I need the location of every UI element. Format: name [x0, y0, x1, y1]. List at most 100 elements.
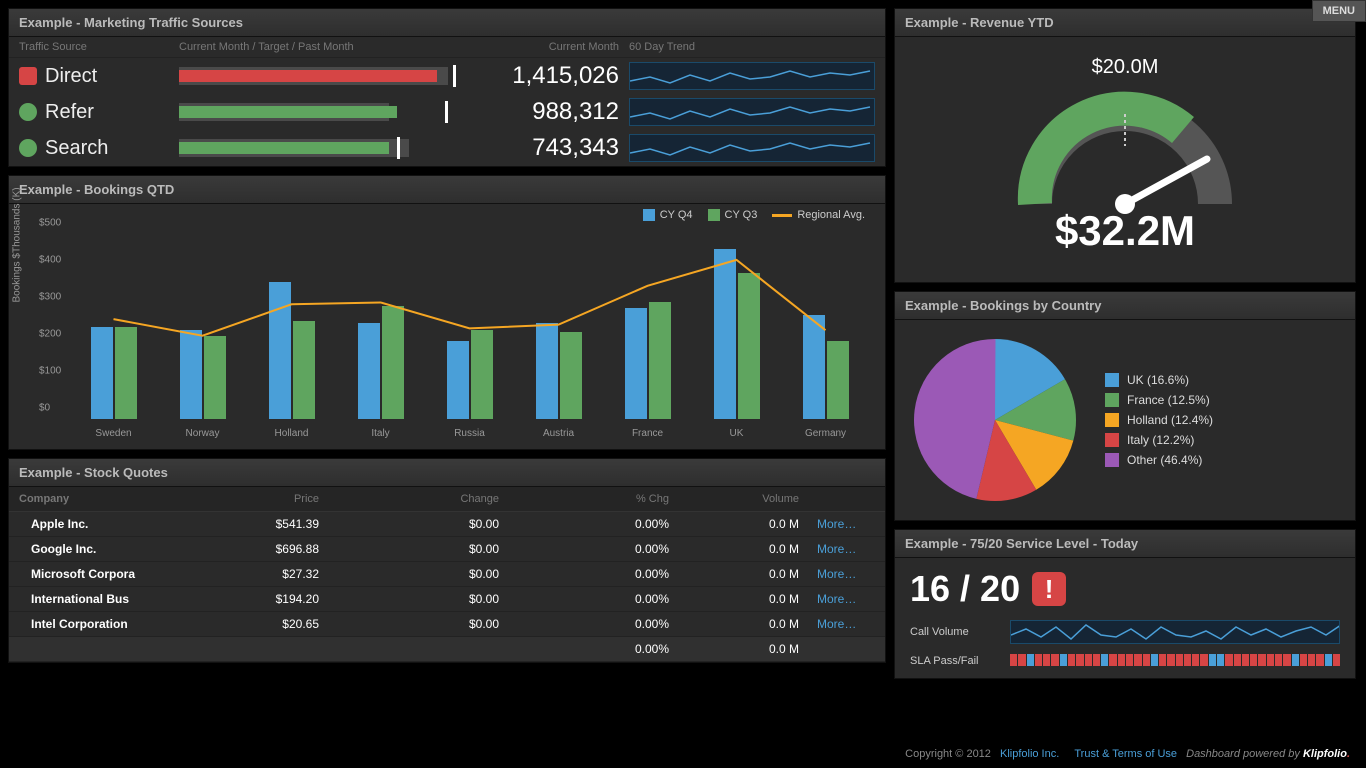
source-dot-icon: [19, 103, 37, 121]
x-tick: UK: [730, 428, 744, 439]
legend-label: France (12.5%): [1127, 393, 1210, 407]
y-tick: $400: [39, 255, 61, 266]
current-value: 743,343: [459, 134, 619, 162]
stock-change: $0.00: [319, 517, 499, 531]
traffic-row: Direct 1,415,026: [9, 58, 885, 94]
col-header: Current Month: [459, 41, 619, 53]
bar-cyq3: [293, 321, 315, 419]
legend-label: Other (46.4%): [1127, 453, 1202, 467]
stock-summary-row: 0.00% 0.0 M: [9, 637, 885, 662]
stock-pct: 0.00%: [499, 592, 669, 606]
widget-title: Example - Bookings QTD: [9, 176, 885, 204]
source-label: Direct: [45, 65, 97, 88]
more-link[interactable]: More…: [817, 517, 856, 531]
footer-link-company[interactable]: Klipfolio Inc.: [1000, 748, 1059, 760]
company-name: Apple Inc.: [19, 517, 199, 531]
sla-tick: [1035, 654, 1042, 666]
pie-legend-item: France (12.5%): [1105, 393, 1345, 407]
sla-tick: [1043, 654, 1050, 666]
sla-tick: [1308, 654, 1315, 666]
stock-pct: 0.00%: [499, 567, 669, 581]
traffic-source: Direct: [19, 65, 179, 88]
footer-link-terms[interactable]: Trust & Terms of Use: [1074, 748, 1177, 760]
x-tick: Russia: [454, 428, 485, 439]
traffic-row: Refer 988,312: [9, 94, 885, 130]
stock-volume: 0.0 M: [669, 517, 799, 531]
widget-title: Example - Stock Quotes: [9, 459, 885, 487]
source-dot-icon: [19, 67, 37, 85]
x-tick: Norway: [186, 428, 220, 439]
sla-tick: [1085, 654, 1092, 666]
stock-volume: 0.0 M: [669, 567, 799, 581]
col-header: Change: [319, 493, 499, 505]
sla-value: 16 / 20 !: [910, 568, 1340, 610]
sla-label-passfail: SLA Pass/Fail: [910, 655, 1010, 667]
widget-title: Example - Bookings by Country: [895, 292, 1355, 320]
legend-swatch: [1105, 373, 1119, 387]
bar-cyq4: [714, 249, 736, 419]
sla-tick: [1283, 654, 1290, 666]
gauge-value: $32.2M: [895, 207, 1355, 255]
gauge-target: $20.0M: [895, 56, 1355, 79]
legend-label: CY Q3: [725, 209, 758, 221]
pie-legend-item: Holland (12.4%): [1105, 413, 1345, 427]
stock-change: $0.00: [319, 617, 499, 631]
sla-tick: [1068, 654, 1075, 666]
summary-pct: 0.00%: [499, 642, 669, 656]
col-header: 60 Day Trend: [619, 41, 875, 53]
stock-pct: 0.00%: [499, 542, 669, 556]
pie-legend-item: UK (16.6%): [1105, 373, 1345, 387]
bar-cyq4: [358, 323, 380, 419]
sla-tick: [1200, 654, 1207, 666]
legend-swatch: [1105, 453, 1119, 467]
widget-title: Example - Revenue YTD: [895, 9, 1355, 37]
legend-label: UK (16.6%): [1127, 373, 1189, 387]
bar-cyq4: [536, 323, 558, 419]
stock-price: $27.32: [199, 567, 319, 581]
col-header: [799, 493, 875, 505]
x-tick: Holland: [275, 428, 309, 439]
bar-cyq3: [382, 306, 404, 419]
sla-tick: [1101, 654, 1108, 666]
traffic-sources-widget: Example - Marketing Traffic Sources Traf…: [8, 8, 886, 167]
sla-tick: [1051, 654, 1058, 666]
legend-swatch: [708, 209, 720, 221]
stock-row: Google Inc. $696.88 $0.00 0.00% 0.0 M Mo…: [9, 537, 885, 562]
more-link[interactable]: More…: [817, 567, 856, 581]
source-label: Refer: [45, 101, 94, 124]
more-link[interactable]: More…: [817, 592, 856, 606]
sla-tick: [1060, 654, 1067, 666]
sla-tick: [1209, 654, 1216, 666]
bar-cyq3: [738, 273, 760, 419]
sla-tick: [1143, 654, 1150, 666]
x-tick: France: [632, 428, 663, 439]
col-header: Current Month / Target / Past Month: [179, 41, 459, 53]
sla-tick: [1118, 654, 1125, 666]
menu-button[interactable]: MENU: [1312, 0, 1366, 22]
sla-tick: [1192, 654, 1199, 666]
bullet-chart: [179, 67, 459, 85]
more-link[interactable]: More…: [817, 542, 856, 556]
bar-cyq4: [803, 315, 825, 419]
pie-legend-item: Italy (12.2%): [1105, 433, 1345, 447]
stock-pct: 0.00%: [499, 617, 669, 631]
more-link[interactable]: More…: [817, 617, 856, 631]
bar-group: France: [618, 234, 678, 419]
sla-widget: Example - 75/20 Service Level - Today 16…: [894, 529, 1356, 679]
sla-passfail-ticks: [1010, 654, 1340, 668]
sla-tick: [1267, 654, 1274, 666]
legend-label: Italy (12.2%): [1127, 433, 1194, 447]
chart-legend: CY Q4 CY Q3 Regional Avg.: [643, 209, 865, 221]
sla-tick: [1242, 654, 1249, 666]
stock-price: $696.88: [199, 542, 319, 556]
sla-tick: [1018, 654, 1025, 666]
bar-cyq4: [625, 308, 647, 419]
col-header: Company: [19, 493, 199, 505]
sla-tick: [1151, 654, 1158, 666]
bookings-country-widget: Example - Bookings by Country UK (16.6%)…: [894, 291, 1356, 521]
legend-label: CY Q4: [660, 209, 693, 221]
sla-tick: [1134, 654, 1141, 666]
sla-tick: [1325, 654, 1332, 666]
bar-cyq3: [560, 332, 582, 419]
y-tick: $300: [39, 292, 61, 303]
